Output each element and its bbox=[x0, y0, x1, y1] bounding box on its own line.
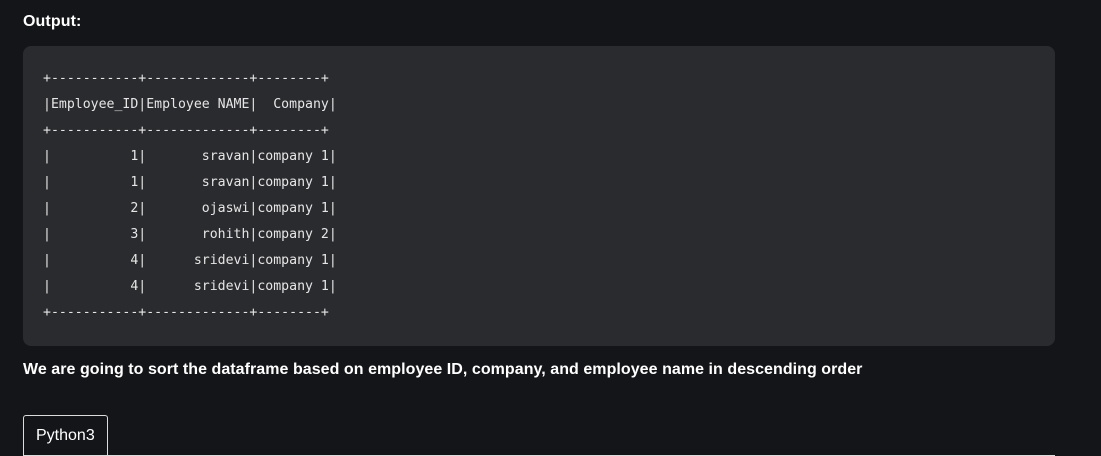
table-row: | 2| ojaswi|company 1| bbox=[43, 201, 337, 216]
code-tab-bar: Python3 bbox=[23, 415, 1055, 456]
table-row: | 4| sridevi|company 1| bbox=[43, 253, 337, 268]
table-row: | 4| sridevi|company 1| bbox=[43, 279, 337, 294]
output-heading: Output: bbox=[23, 13, 82, 30]
table-border-top: +-----------+-------------+--------+ bbox=[43, 71, 329, 86]
description-text: We are going to sort the dataframe based… bbox=[23, 361, 863, 378]
output-code-block: +-----------+-------------+--------+ |Emp… bbox=[23, 46, 1055, 346]
table-row: | 1| sravan|company 1| bbox=[43, 175, 337, 190]
table-border-bottom: +-----------+-------------+--------+ bbox=[43, 305, 329, 320]
tab-python3[interactable]: Python3 bbox=[23, 415, 108, 455]
table-row: | 3| rohith|company 2| bbox=[43, 227, 337, 242]
table-header-row: |Employee_ID|Employee NAME| Company| bbox=[43, 97, 337, 112]
table-header-border: +-----------+-------------+--------+ bbox=[43, 123, 329, 138]
table-row: | 1| sravan|company 1| bbox=[43, 149, 337, 164]
output-text: +-----------+-------------+--------+ |Emp… bbox=[43, 66, 337, 326]
